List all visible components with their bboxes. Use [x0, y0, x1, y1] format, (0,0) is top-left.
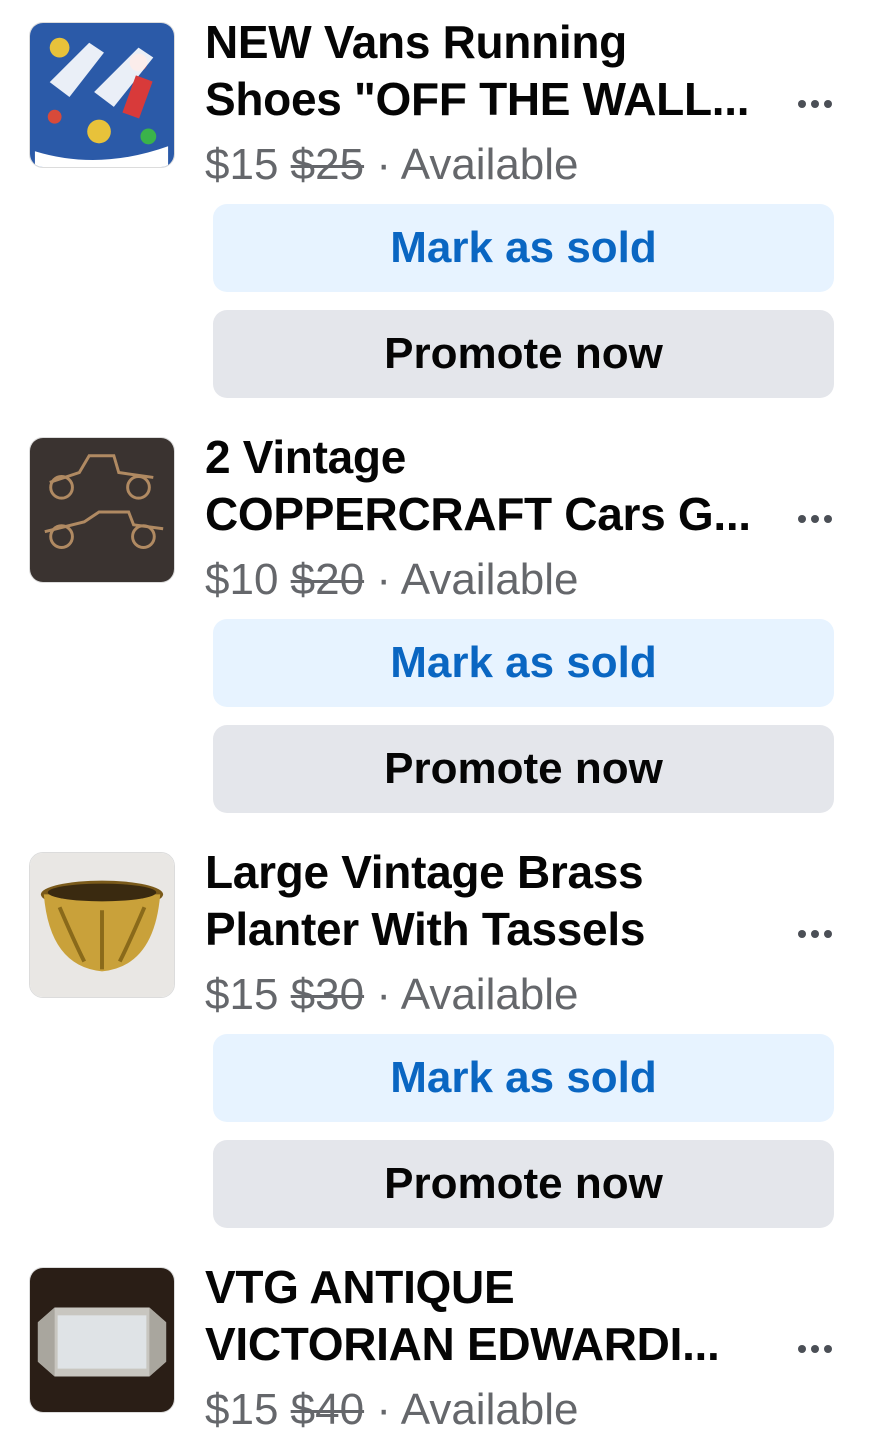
price-line: $15 $30 · Available	[205, 967, 579, 1023]
status-text: Available	[400, 970, 579, 1019]
separator: ·	[376, 1385, 391, 1434]
listing-title[interactable]: VTG ANTIQUE VICTORIAN EDWARDI...	[205, 1259, 770, 1373]
listing-card: 2 Vintage COPPERCRAFT Cars G... $10 $20 …	[0, 415, 873, 830]
separator: ·	[376, 140, 391, 189]
mark-as-sold-button[interactable]: Mark as sold	[213, 619, 834, 707]
listing-card: NEW Vans Running Shoes "OFF THE WALL... …	[0, 0, 873, 415]
more-options-icon[interactable]	[790, 499, 840, 539]
more-options-icon[interactable]	[790, 84, 840, 124]
separator: ·	[376, 970, 391, 1019]
listing-title-line1: VTG ANTIQUE	[205, 1261, 515, 1313]
current-price: $15	[205, 140, 279, 189]
current-price: $15	[205, 970, 279, 1019]
listing-title-line2: COPPERCRAFT Cars G...	[205, 488, 751, 540]
promote-now-button[interactable]: Promote now	[213, 725, 834, 813]
listing-title-line1: Large Vintage Brass	[205, 846, 644, 898]
original-price: $30	[290, 970, 365, 1019]
listing-title-line1: 2 Vintage	[205, 431, 406, 483]
listing-thumbnail-copper-cars[interactable]	[29, 437, 175, 583]
more-options-icon[interactable]	[790, 1329, 840, 1369]
promote-now-button[interactable]: Promote now	[213, 1140, 834, 1228]
listing-title-line2: Planter With Tassels	[205, 903, 646, 955]
original-price: $40	[290, 1385, 365, 1434]
listing-card: Large Vintage Brass Planter With Tassels…	[0, 830, 873, 1245]
promote-now-button[interactable]: Promote now	[213, 310, 834, 398]
mark-as-sold-button[interactable]: Mark as sold	[213, 204, 834, 292]
listing-thumbnail-mirror-tray[interactable]	[29, 1267, 175, 1413]
listing-thumbnail-sneakers[interactable]	[29, 22, 175, 168]
listing-title-line1: NEW Vans Running	[205, 16, 627, 68]
status-text: Available	[400, 555, 579, 604]
more-options-icon[interactable]	[790, 914, 840, 954]
current-price: $15	[205, 1385, 279, 1434]
status-text: Available	[400, 140, 579, 189]
listing-card: VTG ANTIQUE VICTORIAN EDWARDI... $15 $40…	[0, 1245, 873, 1440]
original-price: $25	[290, 140, 365, 189]
listing-thumbnail-brass-planter[interactable]	[29, 852, 175, 998]
original-price: $20	[290, 555, 365, 604]
status-text: Available	[400, 1385, 579, 1434]
listing-title[interactable]: NEW Vans Running Shoes "OFF THE WALL...	[205, 14, 770, 128]
listing-title-line2: VICTORIAN EDWARDI...	[205, 1318, 720, 1370]
mark-as-sold-button[interactable]: Mark as sold	[213, 1034, 834, 1122]
price-line: $10 $20 · Available	[205, 552, 579, 608]
price-line: $15 $40 · Available	[205, 1382, 579, 1438]
listing-title-line2: Shoes "OFF THE WALL...	[205, 73, 750, 125]
separator: ·	[376, 555, 391, 604]
current-price: $10	[205, 555, 279, 604]
listing-title[interactable]: 2 Vintage COPPERCRAFT Cars G...	[205, 429, 770, 543]
listing-title[interactable]: Large Vintage Brass Planter With Tassels	[205, 844, 770, 958]
price-line: $15 $25 · Available	[205, 137, 579, 193]
